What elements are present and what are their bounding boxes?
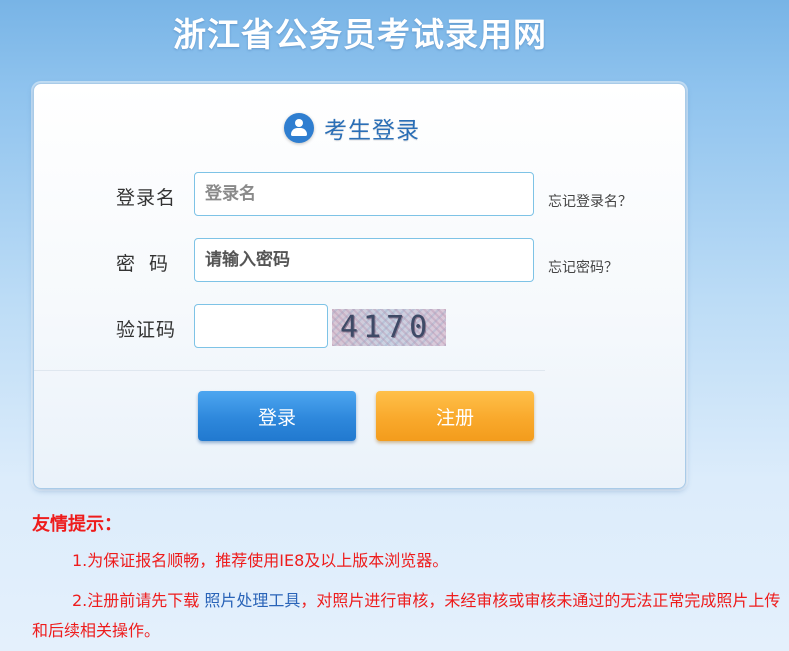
captcha-label: 验证码 xyxy=(116,319,177,341)
login-panel: 考生登录 登录名 忘记登录名？ 密码 忘记密码？ 验证码 4170 登录 注册 xyxy=(33,83,686,489)
tip-photo-tool-prefix: 2.注册前请先下载 xyxy=(72,591,200,610)
photo-tool-link[interactable]: 照片处理工具 xyxy=(204,591,300,610)
username-label: 登录名 xyxy=(116,187,177,209)
login-header: 考生登录 xyxy=(284,112,420,144)
tips-section: 友情提示： 1.为保证报名顺畅，推荐使用IE8及以上版本浏览器。 2.注册前请先… xyxy=(32,510,782,646)
form-divider xyxy=(34,370,545,371)
captcha-image[interactable]: 4170 xyxy=(332,309,446,346)
forgot-password-link[interactable]: 忘记密码？ xyxy=(548,257,618,277)
captcha-code: 4170 xyxy=(340,310,433,345)
tip-photo-tool: 2.注册前请先下载 照片处理工具，对照片进行审核，未经审核或审核未通过的无法正常… xyxy=(32,586,782,646)
username-input[interactable] xyxy=(194,172,534,216)
password-label: 密码 xyxy=(116,253,183,275)
user-avatar-icon xyxy=(284,113,314,143)
password-input[interactable] xyxy=(194,238,534,282)
tips-title: 友情提示： xyxy=(32,514,122,535)
forgot-username-link[interactable]: 忘记登录名？ xyxy=(548,191,632,211)
login-button[interactable]: 登录 xyxy=(198,391,356,441)
site-title: 浙江省公务员考试录用网 xyxy=(173,15,547,54)
captcha-input[interactable] xyxy=(194,304,328,348)
login-header-label: 考生登录 xyxy=(324,118,420,144)
tip-browser: 1.为保证报名顺畅，推荐使用IE8及以上版本浏览器。 xyxy=(72,551,449,570)
register-button[interactable]: 注册 xyxy=(376,391,534,441)
